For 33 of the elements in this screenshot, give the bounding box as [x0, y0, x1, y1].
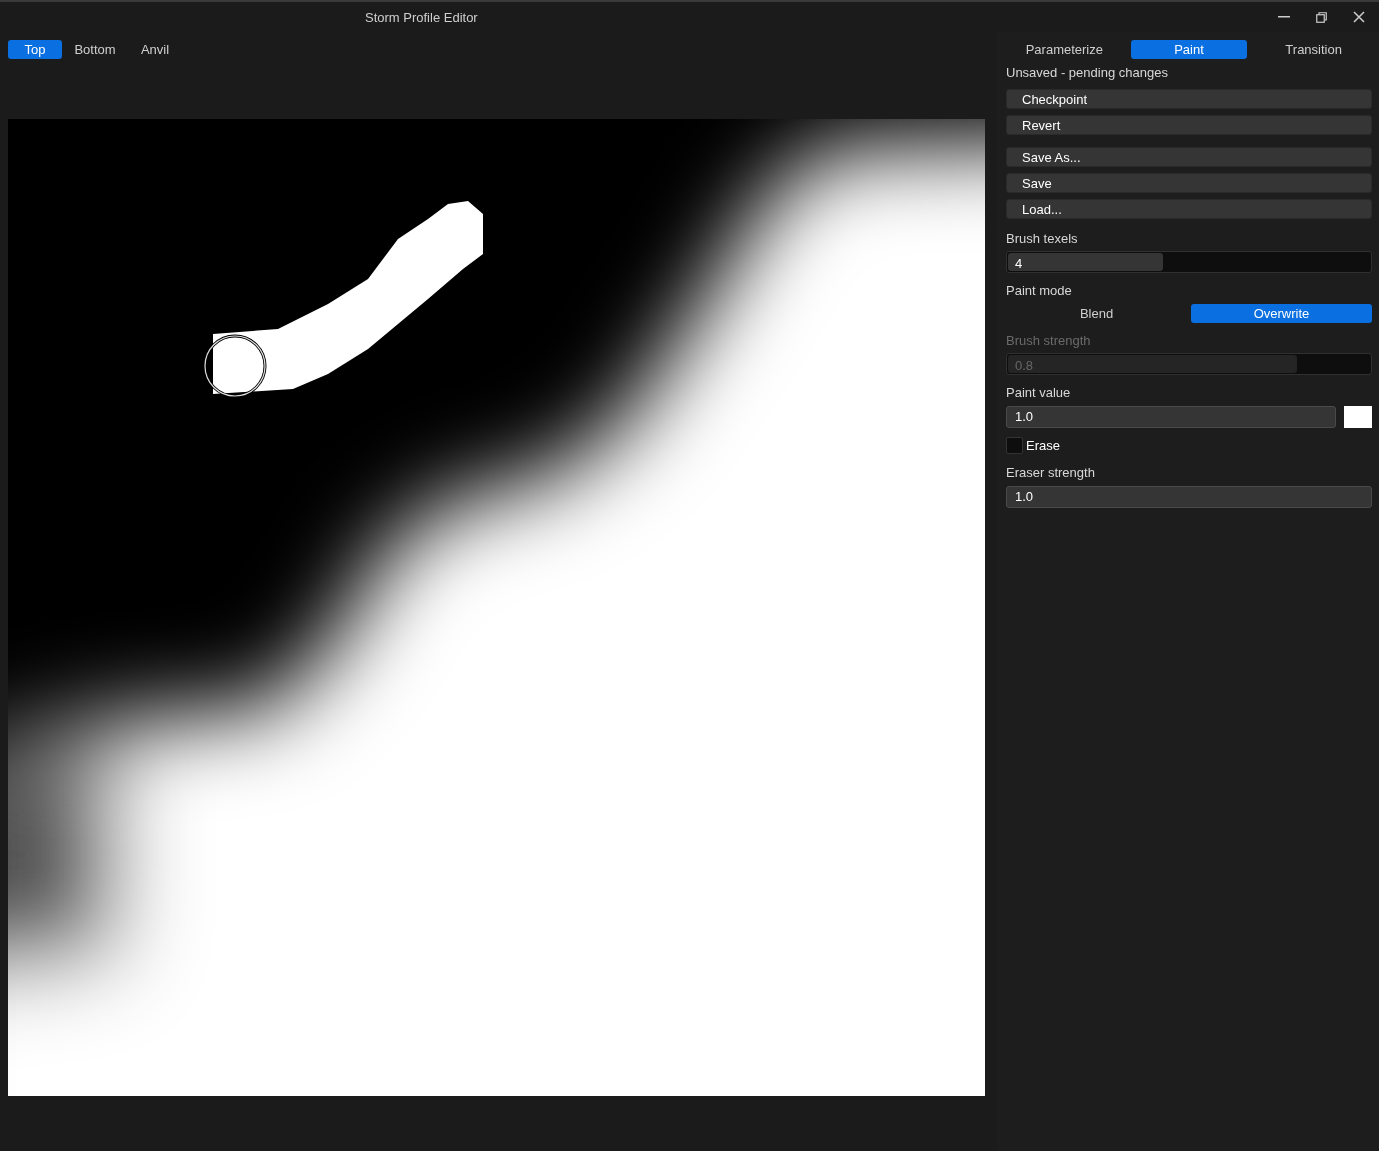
field-label: Brush strength — [1006, 331, 1092, 350]
checkbox-label: Erase — [1026, 436, 1060, 455]
field-label: Paint value — [1006, 384, 1072, 402]
input-field[interactable]: 1.0 — [1006, 405, 1336, 428]
slider-value: 0.8 — [1015, 357, 1034, 375]
checkbox[interactable] — [1006, 436, 1023, 454]
brush-cursor-icon — [203, 334, 267, 398]
mode-tab[interactable]: Transition — [1255, 40, 1372, 59]
mode-tab[interactable]: Paint — [1130, 40, 1248, 59]
view-tab[interactable]: Anvil — [128, 40, 182, 59]
input-field[interactable]: 1.0 — [1006, 485, 1372, 508]
window-title: Storm Profile Editor — [365, 9, 478, 27]
close-icon[interactable] — [1353, 11, 1365, 23]
heightmap-drawing[interactable] — [8, 119, 985, 1096]
action-button[interactable]: Save — [1006, 172, 1372, 193]
mode-option[interactable]: Blend — [1006, 303, 1187, 323]
mode-option[interactable]: Overwrite — [1191, 303, 1372, 323]
action-button[interactable]: Save As... — [1006, 146, 1372, 167]
status-text: Unsaved - pending changes — [1006, 64, 1169, 82]
mode-tab[interactable]: Parameterize — [1006, 40, 1123, 59]
action-button[interactable]: Revert — [1006, 114, 1372, 135]
slider[interactable]: 4 — [1006, 251, 1372, 273]
field-label: Eraser strength — [1006, 464, 1096, 482]
view-tab[interactable]: Top — [8, 40, 62, 59]
action-button[interactable]: Load... — [1006, 198, 1372, 219]
slider-value: 4 — [1015, 255, 1023, 273]
field-label: Brush texels — [1006, 229, 1079, 248]
minimize-icon[interactable] — [1278, 16, 1290, 18]
field-label: Paint mode — [1006, 282, 1073, 300]
restore-icon[interactable] — [1316, 11, 1327, 23]
color-swatch[interactable] — [1344, 405, 1372, 428]
action-button[interactable]: Checkpoint — [1006, 88, 1372, 109]
view-tab[interactable]: Bottom — [68, 40, 122, 59]
